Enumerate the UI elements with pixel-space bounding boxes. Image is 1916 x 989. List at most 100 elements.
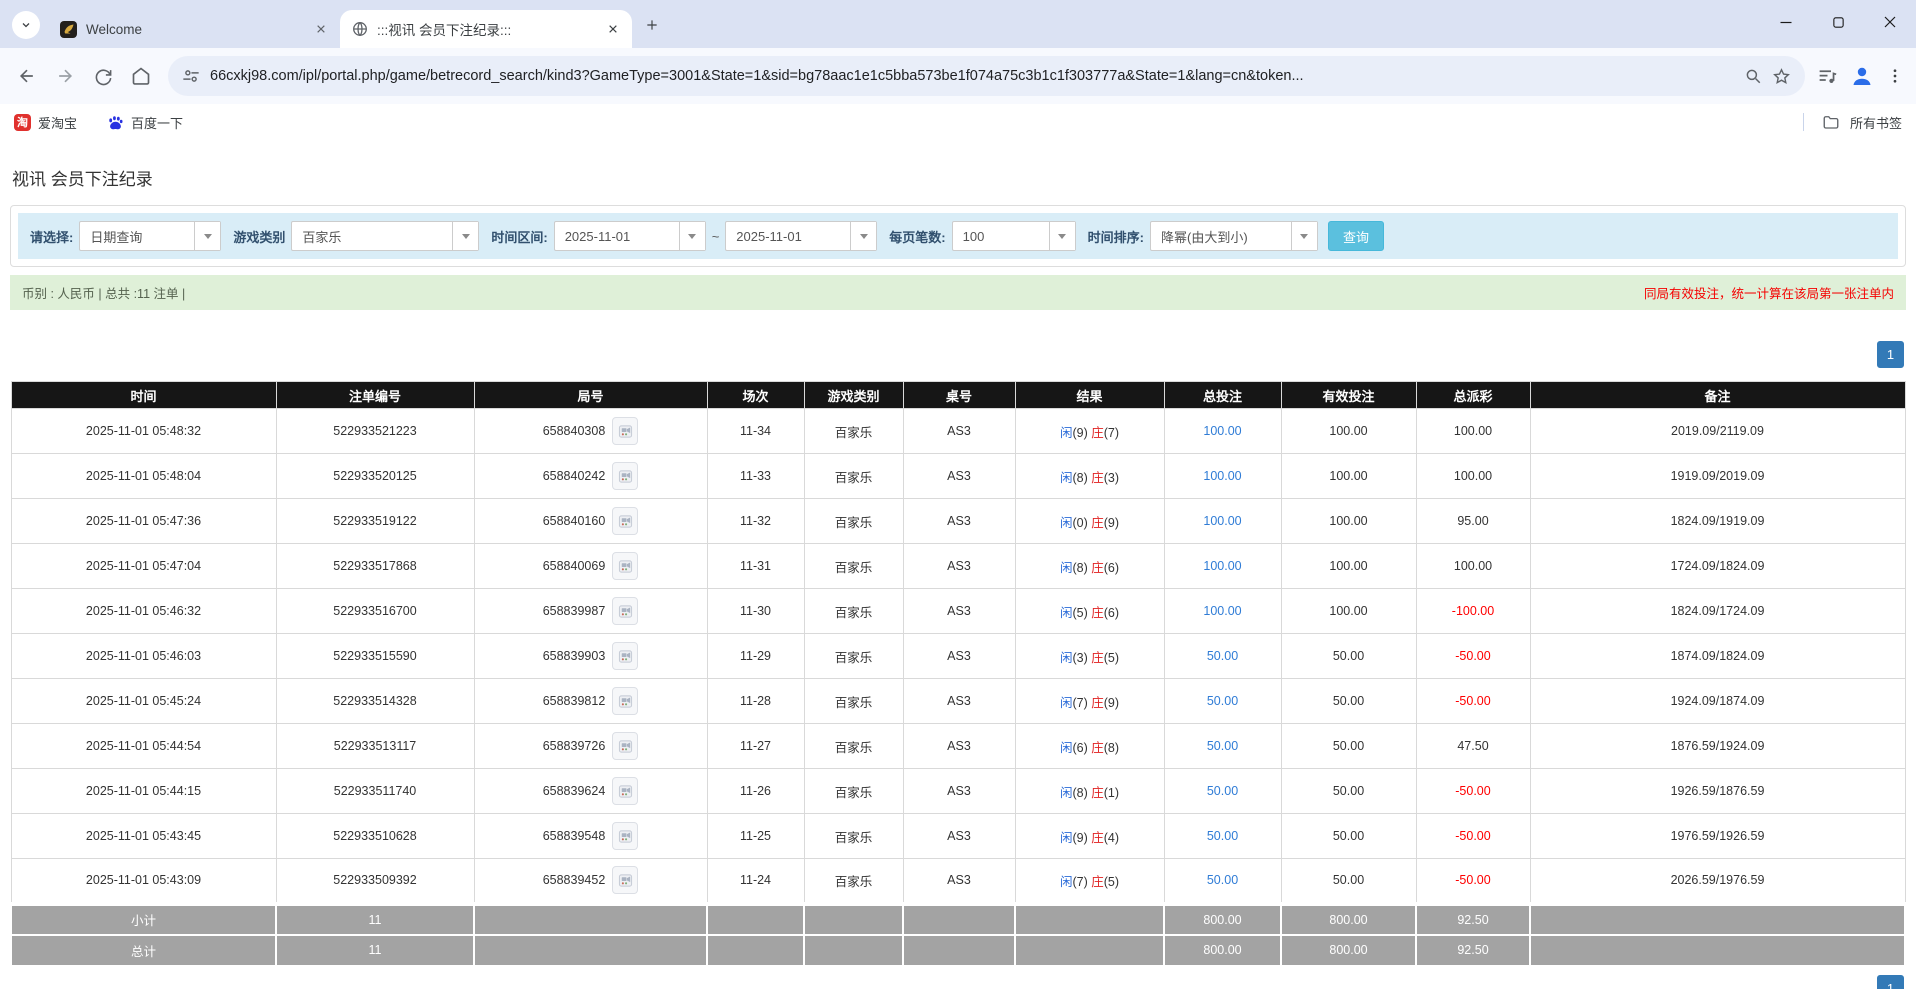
column-header: 桌号 [903, 382, 1015, 409]
sort-order-select[interactable]: 降幂(由大到小) [1150, 221, 1318, 251]
cell-remark: 1874.09/1824.09 [1530, 634, 1905, 679]
tab-bet-records[interactable]: :::视讯 会员下注纪录::: [340, 10, 632, 48]
result-banker-label: 庄 [1091, 696, 1104, 710]
cell-valid-bet: 50.00 [1281, 859, 1416, 904]
all-bookmarks[interactable]: 所有书签 [1803, 113, 1902, 132]
total-bet-link[interactable]: 50.00 [1207, 739, 1238, 753]
total-bet-link[interactable]: 100.00 [1203, 469, 1241, 483]
cell-time: 2025-11-01 05:46:32 [11, 589, 276, 634]
cell-total-bet: 50.00 [1164, 814, 1281, 859]
close-icon [1883, 15, 1897, 29]
chevron-down-icon [679, 222, 705, 250]
total-bet-link[interactable]: 50.00 [1207, 649, 1238, 663]
home-button[interactable] [122, 57, 160, 95]
query-type-select[interactable]: 日期查询 [79, 221, 221, 251]
address-bar[interactable]: 66cxkj98.com/ipl/portal.php/game/betreco… [168, 56, 1805, 96]
bookmark-aitaobao[interactable]: 淘 爱淘宝 [14, 113, 77, 132]
video-replay-button[interactable] [612, 687, 638, 715]
cell-game-type: 百家乐 [804, 724, 903, 769]
film-icon [618, 469, 633, 484]
tab-title: Welcome [86, 22, 303, 37]
media-controls-icon[interactable] [1817, 66, 1838, 87]
cell-round-id: 658840069 [474, 544, 707, 589]
cell-table-no: AS3 [903, 679, 1015, 724]
minimize-button[interactable] [1760, 0, 1812, 44]
cell-result: 闲(3) 庄(5) [1015, 634, 1164, 679]
game-type-select[interactable]: 百家乐 [291, 221, 479, 251]
cell-total-bet: 50.00 [1164, 679, 1281, 724]
date-to-select[interactable]: 2025-11-01 [725, 221, 877, 251]
kebab-menu-icon[interactable] [1886, 67, 1904, 85]
video-replay-button[interactable] [612, 777, 638, 805]
cell-session: 11-30 [707, 589, 804, 634]
refresh-button[interactable] [84, 57, 122, 95]
video-replay-button[interactable] [612, 822, 638, 850]
video-replay-button[interactable] [612, 507, 638, 535]
column-header: 局号 [474, 382, 707, 409]
bookmark-star-icon[interactable] [1772, 67, 1791, 86]
page-size-select[interactable]: 100 [952, 221, 1076, 251]
bookmark-baidu[interactable]: 百度一下 [107, 113, 183, 132]
total-bet-link[interactable]: 50.00 [1207, 784, 1238, 798]
tab-close-icon[interactable] [604, 20, 622, 38]
summary-bar: 币别 : 人民币 | 总共 :11 注单 | 同局有效投注，统一计算在该局第一张… [10, 275, 1906, 310]
result-banker-label: 庄 [1091, 831, 1104, 845]
table-footer-row: 总计11800.00800.0092.50 [11, 935, 1905, 966]
cell-table-no: AS3 [903, 634, 1015, 679]
page-1-button[interactable]: 1 [1877, 975, 1904, 989]
footer-count: 11 [276, 935, 474, 966]
video-replay-button[interactable] [612, 866, 638, 894]
cell-time: 2025-11-01 05:47:04 [11, 544, 276, 589]
zoom-magnifier-icon[interactable] [1744, 67, 1762, 85]
video-replay-button[interactable] [612, 552, 638, 580]
cell-game-type: 百家乐 [804, 769, 903, 814]
cell-result: 闲(6) 庄(8) [1015, 724, 1164, 769]
cell-remark: 1724.09/1824.09 [1530, 544, 1905, 589]
cell-time: 2025-11-01 05:44:15 [11, 769, 276, 814]
film-icon [618, 514, 633, 529]
total-bet-link[interactable]: 100.00 [1203, 514, 1241, 528]
date-from-select[interactable]: 2025-11-01 [554, 221, 706, 251]
cell-round-id: 658839624 [474, 769, 707, 814]
total-bet-link[interactable]: 100.00 [1203, 604, 1241, 618]
total-bet-link[interactable]: 100.00 [1203, 424, 1241, 438]
table-row: 2025-11-01 05:45:24522933514328658839812… [11, 679, 1905, 724]
profile-avatar-icon[interactable] [1850, 64, 1874, 88]
total-bet-link[interactable]: 50.00 [1207, 694, 1238, 708]
cell-session: 11-26 [707, 769, 804, 814]
footer-valid-bet: 800.00 [1281, 904, 1416, 935]
search-button[interactable]: 查询 [1328, 221, 1384, 251]
result-player-score: (6) [1072, 741, 1087, 755]
cell-payout: 100.00 [1416, 409, 1530, 454]
video-replay-button[interactable] [612, 462, 638, 490]
total-bet-link[interactable]: 100.00 [1203, 559, 1241, 573]
cell-total-bet: 50.00 [1164, 859, 1281, 904]
page-1-button[interactable]: 1 [1877, 341, 1904, 368]
back-button[interactable] [8, 57, 46, 95]
table-header-row: 时间注单编号局号场次游戏类别桌号结果总投注有效投注总派彩备注 [11, 382, 1905, 409]
back-arrow-icon [17, 66, 37, 86]
cell-session: 11-33 [707, 454, 804, 499]
tab-search-button[interactable] [12, 11, 40, 39]
video-replay-button[interactable] [612, 597, 638, 625]
close-window-button[interactable] [1864, 0, 1916, 44]
tab-welcome[interactable]: Welcome [48, 10, 340, 48]
maximize-button[interactable] [1812, 0, 1864, 44]
footer-payout: 92.50 [1416, 935, 1530, 966]
round-id-text: 658839987 [543, 604, 606, 618]
video-replay-button[interactable] [612, 642, 638, 670]
result-banker-label: 庄 [1091, 741, 1104, 755]
cell-valid-bet: 100.00 [1281, 589, 1416, 634]
video-replay-button[interactable] [612, 417, 638, 445]
forward-button[interactable] [46, 57, 84, 95]
game-type-value: 百家乐 [292, 222, 452, 250]
cell-game-type: 百家乐 [804, 454, 903, 499]
result-player-score: (0) [1072, 516, 1087, 530]
tab-close-icon[interactable] [312, 20, 330, 38]
total-bet-link[interactable]: 50.00 [1207, 829, 1238, 843]
divider [1803, 113, 1804, 131]
new-tab-button[interactable] [638, 11, 666, 39]
cell-total-bet: 100.00 [1164, 589, 1281, 634]
video-replay-button[interactable] [612, 732, 638, 760]
total-bet-link[interactable]: 50.00 [1207, 873, 1238, 887]
